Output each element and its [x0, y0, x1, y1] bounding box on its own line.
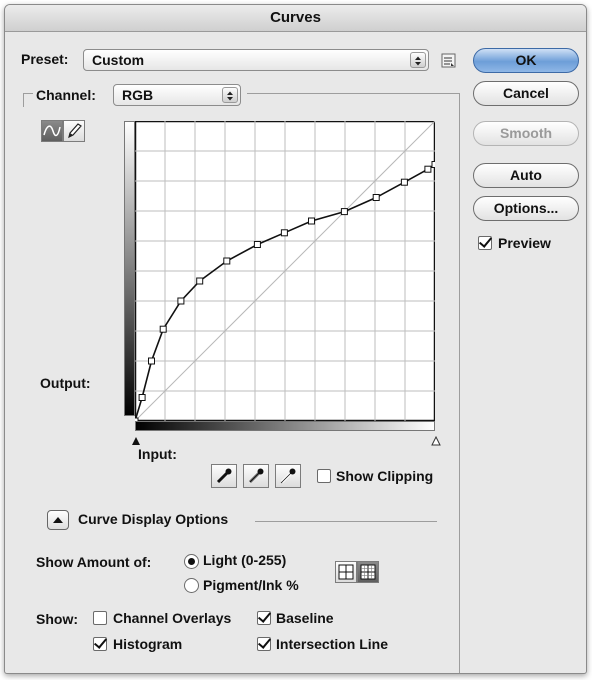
- curve-tool-button[interactable]: [41, 120, 63, 142]
- curve-graph[interactable]: [135, 121, 435, 421]
- eyedropper-black-icon: [216, 468, 232, 484]
- preset-options-icon[interactable]: [439, 51, 459, 71]
- channel-label: Channel:: [36, 87, 96, 103]
- simple-grid-button[interactable]: [335, 561, 357, 583]
- black-point-eyedropper[interactable]: [211, 464, 237, 488]
- light-radio[interactable]: [184, 554, 199, 569]
- curves-dialog: Curves Preset: Custom Channel: RGB Outpu…: [4, 4, 587, 674]
- white-point-slider[interactable]: [431, 433, 441, 446]
- preset-select[interactable]: Custom: [83, 49, 429, 71]
- curve-control-point[interactable]: [424, 165, 432, 173]
- input-label: Input:: [138, 446, 177, 462]
- white-point-eyedropper[interactable]: [275, 464, 301, 488]
- preview-label: Preview: [498, 235, 551, 251]
- popup-arrows-icon: [222, 87, 238, 103]
- preset-value: Custom: [92, 52, 145, 68]
- group-border-left: [23, 93, 24, 107]
- group-border-top-left: [23, 93, 33, 94]
- ok-button[interactable]: OK: [473, 48, 579, 73]
- baseline-checkbox[interactable]: [257, 611, 271, 625]
- intersection-line-checkbox[interactable]: [257, 637, 271, 651]
- pigment-radio[interactable]: [184, 578, 199, 593]
- gray-point-eyedropper[interactable]: [243, 464, 269, 488]
- curve-control-point[interactable]: [223, 257, 231, 265]
- pigment-label: Pigment/Ink %: [203, 577, 299, 593]
- curve-icon: [43, 125, 61, 137]
- curve-control-point[interactable]: [177, 297, 185, 305]
- curve-control-point[interactable]: [340, 208, 348, 216]
- curve-control-point[interactable]: [431, 161, 435, 168]
- window-title: Curves: [5, 5, 586, 32]
- curve-control-point[interactable]: [372, 194, 380, 201]
- eyedropper-white-icon: [280, 468, 296, 484]
- triangle-up-icon: [53, 517, 63, 523]
- preset-label: Preset:: [21, 51, 69, 67]
- popup-arrows-icon: [410, 52, 426, 68]
- pencil-tool-button[interactable]: [63, 120, 85, 142]
- display-options-title: Curve Display Options: [78, 511, 229, 527]
- show-label: Show:: [36, 611, 78, 627]
- channel-value: RGB: [122, 87, 154, 103]
- grid-10x10-icon: [360, 564, 376, 580]
- curve-control-point[interactable]: [400, 178, 408, 186]
- show-amount-label: Show Amount of:: [36, 554, 152, 570]
- detailed-grid-button[interactable]: [357, 561, 379, 583]
- baseline-label: Baseline: [276, 610, 334, 626]
- curve-control-point[interactable]: [138, 394, 146, 401]
- display-options-toggle[interactable]: [47, 510, 69, 530]
- curve-control-point[interactable]: [280, 229, 288, 237]
- options-button[interactable]: Options...: [473, 196, 579, 221]
- curve-control-point[interactable]: [196, 277, 204, 285]
- curve-control-point[interactable]: [148, 357, 155, 365]
- show-clipping-checkbox[interactable]: [317, 469, 331, 483]
- curve-control-point[interactable]: [159, 325, 167, 333]
- display-options-separator: [255, 521, 437, 522]
- input-gradient-bar: [135, 421, 435, 431]
- curve-control-point[interactable]: [308, 217, 315, 225]
- cancel-button[interactable]: Cancel: [473, 81, 579, 106]
- pencil-icon: [68, 123, 82, 139]
- eyedropper-gray-icon: [248, 468, 264, 484]
- group-border-right: [459, 93, 460, 673]
- show-clipping-label: Show Clipping: [336, 468, 434, 484]
- output-label: Output:: [40, 375, 91, 391]
- output-gradient-bar: [124, 121, 135, 416]
- histogram-label: Histogram: [113, 636, 183, 652]
- preview-checkbox[interactable]: [478, 236, 492, 250]
- channel-overlays-label: Channel Overlays: [113, 610, 232, 626]
- grid-4x4-icon: [338, 564, 354, 580]
- curve-control-point[interactable]: [253, 241, 261, 248]
- histogram-checkbox[interactable]: [93, 637, 107, 651]
- auto-button[interactable]: Auto: [473, 163, 579, 188]
- intersection-line-label: Intersection Line: [276, 636, 389, 652]
- smooth-button[interactable]: Smooth: [473, 121, 579, 146]
- channel-overlays-checkbox[interactable]: [93, 611, 107, 625]
- black-point-slider[interactable]: [131, 433, 141, 445]
- light-label: Light (0-255): [203, 552, 287, 568]
- group-border-top-right: [247, 93, 460, 94]
- channel-select[interactable]: RGB: [113, 84, 241, 106]
